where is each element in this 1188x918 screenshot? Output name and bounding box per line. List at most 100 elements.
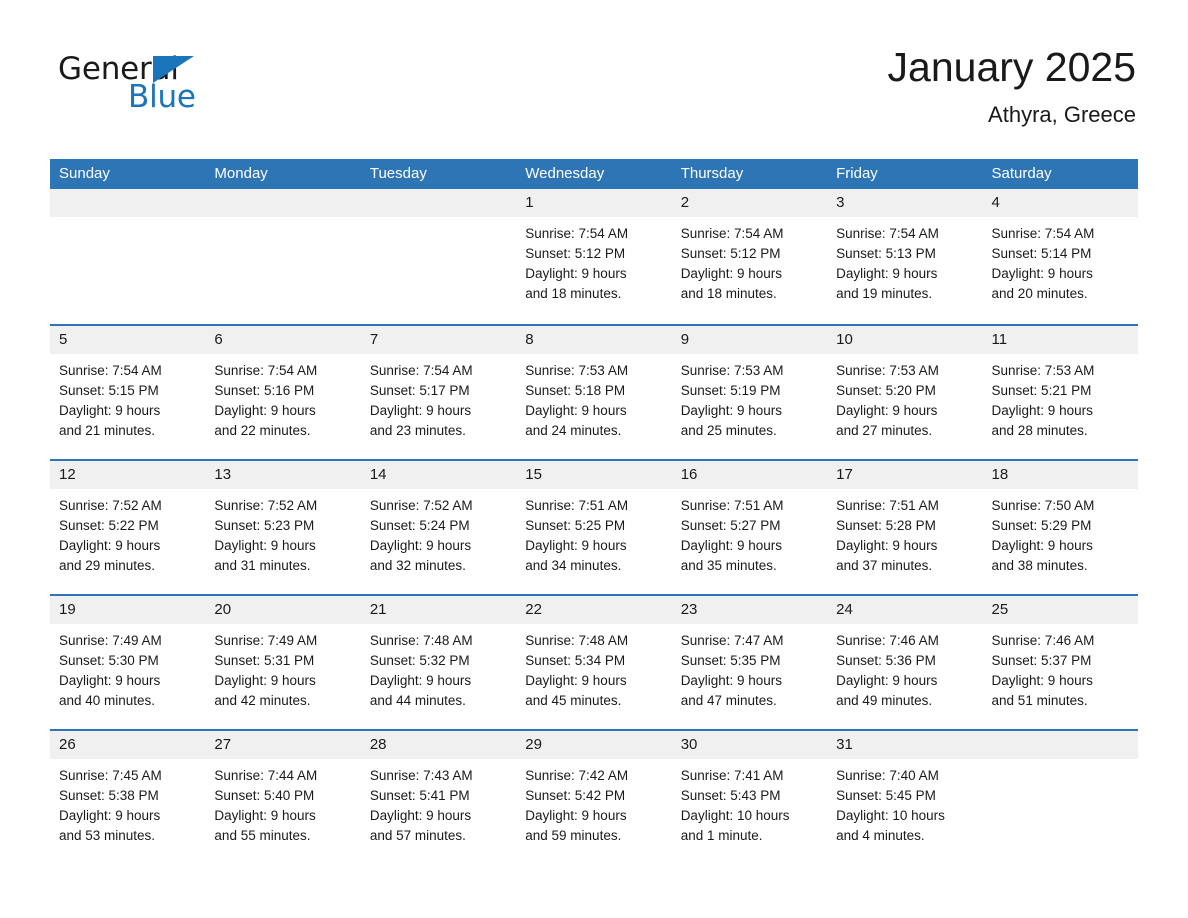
sunset-text: Sunset: 5:45 PM — [836, 788, 936, 803]
day-sun-info: Sunrise: 7:52 AM Sunset: 5:23 PM Daylight:… — [205, 489, 360, 576]
day-number: 28 — [369, 736, 387, 753]
sunset-text: Sunset: 5:22 PM — [59, 518, 159, 533]
daylight-text-line2: and 57 minutes. — [369, 828, 466, 843]
daylight-text-line1: Daylight: 9 hours — [991, 538, 1093, 553]
calendar-day-cell[interactable]: 25 Sunrise: 7:46 AM Sunset: 5:37 PM Dayligh… — [982, 596, 1138, 725]
sunrise-text: Sunrise: 7:54 AM — [991, 226, 1095, 241]
calendar-week-row: 26 Sunrise: 7:45 AM Sunset: 5:38 PM Dayligh… — [50, 729, 1138, 860]
calendar-day-cell[interactable]: 4 Sunrise: 7:54 AM Sunset: 5:14 PM Daylight… — [982, 189, 1138, 320]
sunrise-text: Sunrise: 7:41 AM — [680, 768, 784, 783]
calendar-day-cell[interactable]: 29 Sunrise: 7:42 AM Sunset: 5:42 PM Dayligh… — [516, 731, 672, 860]
sunrise-text: Sunrise: 7:53 AM — [525, 363, 629, 378]
day-sun-info: Sunrise: 7:54 AM Sunset: 5:16 PM Daylight:… — [205, 354, 360, 441]
calendar-day-cell[interactable]: 23 Sunrise: 7:47 AM Sunset: 5:35 PM Dayligh… — [671, 596, 828, 725]
calendar-day-cell[interactable]: 2 Sunrise: 7:54 AM Sunset: 5:12 PM Daylight… — [671, 189, 828, 320]
day-number: 22 — [525, 601, 542, 618]
daylight-text-line2: and 34 minutes. — [525, 558, 622, 573]
day-sun-info: Sunrise: 7:54 AM Sunset: 5:17 PM Daylight:… — [361, 354, 516, 441]
daylight-text-line1: Daylight: 9 hours — [836, 266, 938, 281]
sunset-text: Sunset: 5:15 PM — [59, 383, 159, 398]
calendar-day-cell[interactable]: 24 Sunrise: 7:46 AM Sunset: 5:36 PM Dayligh… — [827, 596, 983, 725]
calendar-day-cell[interactable]: 8 Sunrise: 7:53 AM Sunset: 5:18 PM Daylight… — [516, 326, 672, 455]
day-number-band: 23 — [671, 596, 828, 624]
day-number: 31 — [836, 736, 853, 753]
sunset-text: Sunset: 5:31 PM — [214, 653, 315, 668]
day-number: 8 — [525, 331, 534, 348]
daylight-text-line2: and 51 minutes. — [991, 693, 1088, 708]
day-sun-info: Sunrise: 7:46 AM Sunset: 5:37 PM Daylight:… — [983, 624, 1138, 711]
calendar-day-cell[interactable]: 30 Sunrise: 7:41 AM Sunset: 5:43 PM Dayligh… — [671, 731, 828, 860]
calendar-day-cell[interactable]: 15 Sunrise: 7:51 AM Sunset: 5:25 PM Dayligh… — [516, 461, 672, 590]
calendar-day-cell-empty — [360, 189, 517, 320]
calendar-day-cell[interactable]: 22 Sunrise: 7:48 AM Sunset: 5:34 PM Dayligh… — [516, 596, 672, 725]
calendar-day-cell[interactable]: 17 Sunrise: 7:51 AM Sunset: 5:28 PM Dayligh… — [827, 461, 983, 590]
daylight-text-line2: and 24 minutes. — [525, 423, 622, 438]
day-number-band: 18 — [982, 461, 1138, 489]
calendar-day-cell[interactable]: 20 Sunrise: 7:49 AM Sunset: 5:31 PM Dayligh… — [205, 596, 361, 725]
day-number-band: 12 — [50, 461, 206, 489]
location-subtitle: Athyra, Greece — [988, 102, 1136, 127]
calendar-day-cell[interactable]: 13 Sunrise: 7:52 AM Sunset: 5:23 PM Dayligh… — [205, 461, 361, 590]
daylight-text-line2: and 25 minutes. — [680, 423, 777, 438]
day-sun-info: Sunrise: 7:51 AM Sunset: 5:28 PM Daylight:… — [827, 489, 982, 576]
calendar-day-cell-empty — [982, 731, 1138, 860]
day-number: 3 — [836, 194, 845, 211]
sunset-text: Sunset: 5:36 PM — [836, 653, 936, 668]
sunset-text: Sunset: 5:35 PM — [680, 653, 781, 668]
page-title: January 2025 — [887, 44, 1136, 90]
calendar-day-cell[interactable]: 10 Sunrise: 7:53 AM Sunset: 5:20 PM Dayligh… — [827, 326, 983, 455]
daylight-text-line1: Daylight: 9 hours — [369, 403, 472, 418]
sunset-text: Sunset: 5:24 PM — [369, 518, 470, 533]
day-sun-info: Sunrise: 7:41 AM Sunset: 5:43 PM Daylight:… — [672, 759, 827, 846]
calendar-day-cell[interactable]: 5 Sunrise: 7:54 AM Sunset: 5:15 PM Daylight… — [50, 326, 206, 455]
day-number-band: 28 — [360, 731, 517, 759]
calendar-day-cell[interactable]: 3 Sunrise: 7:54 AM Sunset: 5:13 PM Daylight… — [827, 189, 983, 320]
sunrise-text: Sunrise: 7:49 AM — [214, 633, 318, 648]
calendar-day-cell-empty — [205, 189, 361, 320]
daylight-text-line2: and 45 minutes. — [525, 693, 622, 708]
calendar-day-cell[interactable]: 16 Sunrise: 7:51 AM Sunset: 5:27 PM Dayligh… — [671, 461, 828, 590]
general-blue-logo[interactable]: General Blue — [50, 44, 240, 120]
day-number: 26 — [59, 736, 76, 753]
daylight-text-line2: and 37 minutes. — [836, 558, 933, 573]
sunrise-text: Sunrise: 7:50 AM — [991, 498, 1095, 513]
sunrise-text: Sunrise: 7:54 AM — [680, 226, 784, 241]
daylight-text-line2: and 21 minutes. — [59, 423, 156, 438]
calendar-day-cell[interactable]: 21 Sunrise: 7:48 AM Sunset: 5:32 PM Dayligh… — [360, 596, 517, 725]
day-number-band: 20 — [205, 596, 361, 624]
daylight-text-line1: Daylight: 9 hours — [991, 673, 1093, 688]
daylight-text-line2: and 1 minute. — [680, 828, 763, 843]
calendar-day-cell[interactable]: 6 Sunrise: 7:54 AM Sunset: 5:16 PM Daylight… — [205, 326, 361, 455]
sunset-text: Sunset: 5:21 PM — [991, 383, 1092, 398]
calendar-week-row: 1 Sunrise: 7:54 AM Sunset: 5:12 PM Daylight… — [50, 189, 1138, 320]
daylight-text-line2: and 42 minutes. — [214, 693, 311, 708]
calendar-day-cell[interactable]: 26 Sunrise: 7:45 AM Sunset: 5:38 PM Dayligh… — [50, 731, 206, 860]
day-number-band: 8 — [516, 326, 672, 354]
calendar-day-cell[interactable]: 19 Sunrise: 7:49 AM Sunset: 5:30 PM Dayligh… — [50, 596, 206, 725]
weekday-header-sunday: Sunday — [59, 165, 110, 182]
calendar-day-cell[interactable]: 11 Sunrise: 7:53 AM Sunset: 5:21 PM Dayligh… — [982, 326, 1138, 455]
calendar-day-cell-empty — [50, 189, 206, 320]
calendar-day-cell[interactable]: 28 Sunrise: 7:43 AM Sunset: 5:41 PM Dayligh… — [360, 731, 517, 860]
calendar-day-cell[interactable]: 27 Sunrise: 7:44 AM Sunset: 5:40 PM Dayligh… — [205, 731, 361, 860]
daylight-text-line2: and 44 minutes. — [369, 693, 466, 708]
calendar-day-cell[interactable]: 18 Sunrise: 7:50 AM Sunset: 5:29 PM Dayligh… — [982, 461, 1138, 590]
calendar-day-cell[interactable]: 1 Sunrise: 7:54 AM Sunset: 5:12 PM Daylight… — [516, 189, 672, 320]
day-sun-info: Sunrise: 7:53 AM Sunset: 5:18 PM Daylight:… — [516, 354, 671, 441]
sunrise-text: Sunrise: 7:54 AM — [836, 226, 939, 241]
calendar-day-cell[interactable]: 14 Sunrise: 7:52 AM Sunset: 5:24 PM Dayligh… — [360, 461, 517, 590]
calendar-day-cell[interactable]: 9 Sunrise: 7:53 AM Sunset: 5:19 PM Daylight… — [671, 326, 828, 455]
day-number-band — [982, 731, 1138, 759]
calendar-day-cell[interactable]: 7 Sunrise: 7:54 AM Sunset: 5:17 PM Daylight… — [360, 326, 517, 455]
sunrise-text: Sunrise: 7:52 AM — [369, 498, 473, 513]
calendar-day-cell[interactable]: 31 Sunrise: 7:40 AM Sunset: 5:45 PM Dayligh… — [827, 731, 983, 860]
daylight-text-line1: Daylight: 9 hours — [836, 403, 938, 418]
calendar-day-cell[interactable]: 12 Sunrise: 7:52 AM Sunset: 5:22 PM Dayligh… — [50, 461, 206, 590]
calendar-week-row: 19 Sunrise: 7:49 AM Sunset: 5:30 PM Dayligh… — [50, 594, 1138, 725]
sunset-text: Sunset: 5:13 PM — [836, 246, 936, 261]
day-sun-info: Sunrise: 7:43 AM Sunset: 5:41 PM Daylight:… — [361, 759, 516, 846]
day-number-band: 17 — [827, 461, 983, 489]
daylight-text-line2: and 4 minutes. — [836, 828, 925, 843]
page-header: General Blue January 2025 Athyra, Greece — [50, 0, 1138, 127]
daylight-text-line1: Daylight: 9 hours — [680, 538, 782, 553]
